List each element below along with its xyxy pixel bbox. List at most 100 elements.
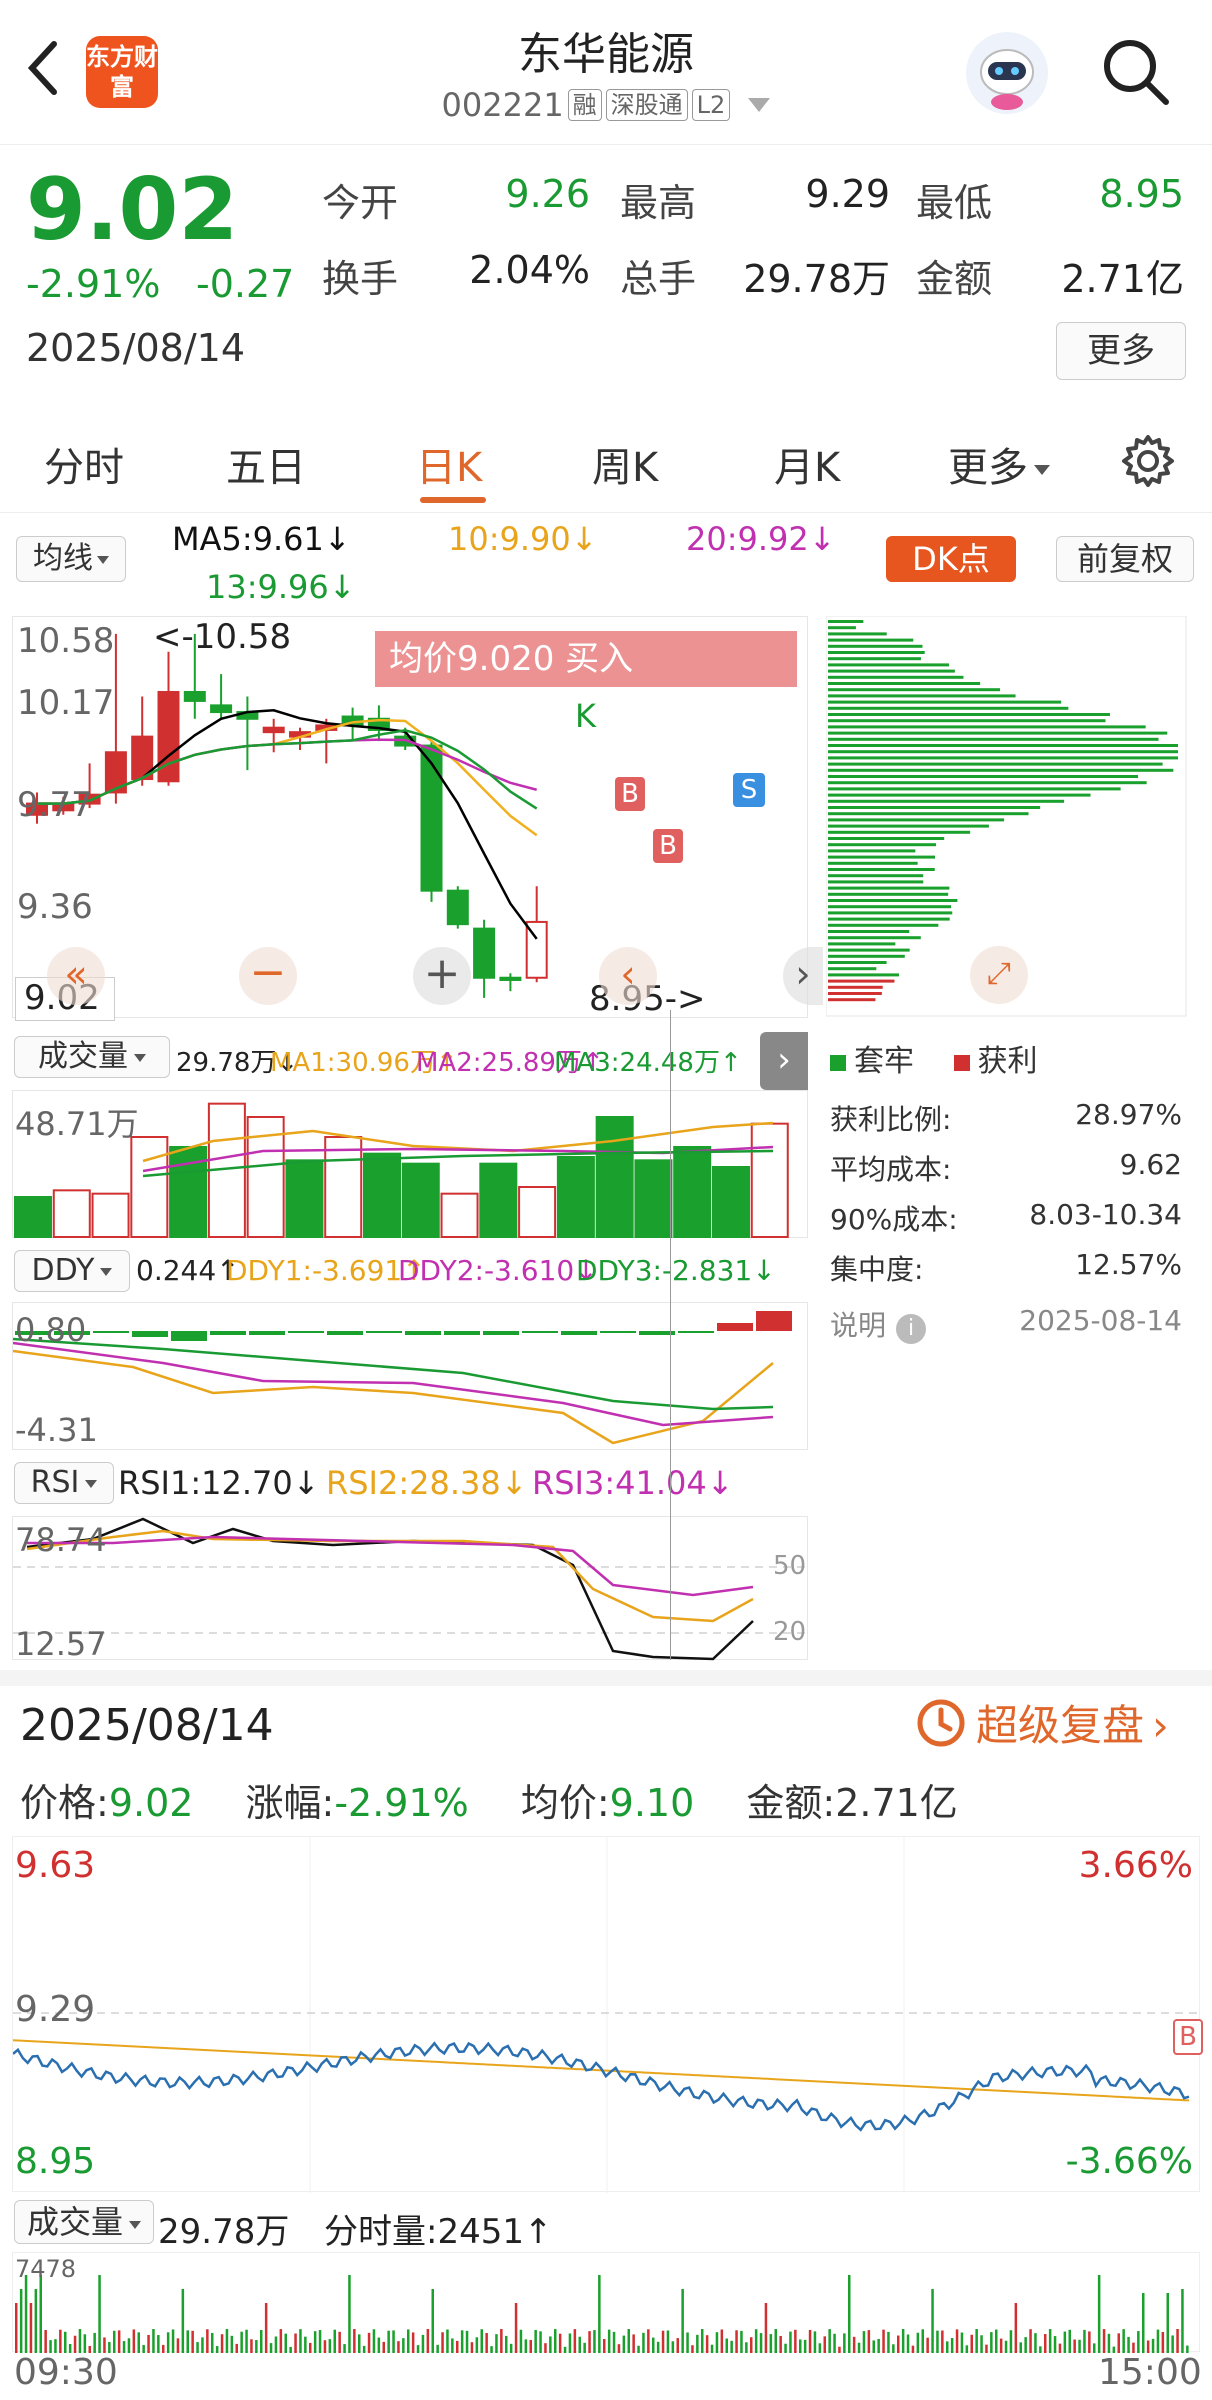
candle-body bbox=[500, 978, 520, 980]
rsi3-line bbox=[27, 1537, 753, 1595]
tab-daily-k[interactable]: 日K bbox=[416, 435, 482, 493]
super-replay-button[interactable]: 超级复盘 › bbox=[914, 1696, 1169, 1756]
intraday-volume-bar bbox=[162, 2345, 165, 2353]
chip-row-label: 平均成本: bbox=[830, 1148, 951, 1198]
b-marker-2: B bbox=[653, 829, 683, 863]
intraday-volume-bar bbox=[201, 2337, 204, 2353]
stock-code: 002221 bbox=[442, 86, 564, 124]
intraday-volume-chart[interactable] bbox=[13, 2253, 1201, 2353]
prev-button[interactable]: ‹ bbox=[599, 947, 657, 1005]
fullscreen-button[interactable]: ⤢ bbox=[970, 946, 1028, 1004]
ddy-selector[interactable]: DDY bbox=[14, 1250, 130, 1292]
candle-body bbox=[211, 705, 231, 712]
volume-bar bbox=[519, 1187, 555, 1237]
intraday-volume-bar bbox=[397, 2341, 400, 2353]
intraday-volume-bar bbox=[1083, 2330, 1086, 2353]
chip-row: 90%成本: 8.03-10.34 bbox=[830, 1198, 1182, 1248]
kline-panel: 10.58 10.17 9.77 9.36 <-10.58 均价9.020 买入… bbox=[12, 616, 808, 1018]
intraday-volume-bar bbox=[402, 2338, 405, 2353]
rsi-selector[interactable]: RSI bbox=[14, 1462, 114, 1504]
volume-selector[interactable]: 成交量 bbox=[14, 1036, 170, 1078]
chevron-down-icon[interactable] bbox=[748, 98, 770, 112]
intraday-volume-bar bbox=[1039, 2346, 1042, 2353]
zoom-out-button[interactable]: − bbox=[239, 947, 297, 1005]
intraday-volume-bar bbox=[196, 2342, 199, 2353]
top-bar: 东方财富 东华能源 002221 融深股通 L2 bbox=[0, 0, 1212, 145]
zoom-in-button[interactable]: + bbox=[413, 947, 471, 1005]
intraday-volume-bar bbox=[79, 2329, 82, 2353]
chip-bar bbox=[828, 781, 1147, 784]
ddy-chart[interactable] bbox=[13, 1303, 809, 1451]
avg-price-banner[interactable]: 均价9.020 买入 bbox=[375, 631, 797, 687]
intraday-volume-bar bbox=[583, 2343, 586, 2353]
tab-more[interactable]: 更多 bbox=[948, 435, 1050, 493]
ddy-bar bbox=[249, 1331, 285, 1335]
intraday-volume-bar bbox=[525, 2339, 528, 2353]
tab-monthly-k[interactable]: 月K bbox=[774, 435, 840, 493]
chip-bar bbox=[828, 986, 883, 989]
intraday-volume-bar bbox=[696, 2335, 699, 2353]
intraday-volume-bar bbox=[941, 2330, 944, 2353]
intraday-volume-bar bbox=[975, 2329, 978, 2353]
chip-bar bbox=[828, 800, 1064, 803]
intraday-volume-bar bbox=[280, 2329, 283, 2353]
ddy-bar bbox=[132, 1331, 168, 1337]
chip-bar bbox=[828, 688, 1000, 691]
rsi-chart[interactable] bbox=[13, 1517, 809, 1661]
expand-indicator-button[interactable]: › bbox=[760, 1032, 808, 1090]
adjust-button[interactable]: 前复权 bbox=[1056, 536, 1194, 582]
intraday-volume-bar bbox=[294, 2334, 297, 2353]
intraday-volume-bar bbox=[353, 2329, 356, 2353]
chip-bar bbox=[828, 818, 1004, 821]
intraday-volume-bar bbox=[681, 2289, 684, 2353]
open-value: 9.26 bbox=[440, 172, 590, 216]
intraday-volume-bar bbox=[84, 2334, 87, 2353]
intraday-volume-bar bbox=[309, 2343, 312, 2353]
chip-bar bbox=[828, 769, 1173, 772]
intraday-volume-bar bbox=[745, 2342, 748, 2353]
indicator-selector[interactable]: 均线 bbox=[16, 536, 126, 582]
intraday-volume-bar bbox=[471, 2342, 474, 2353]
chip-bar bbox=[828, 998, 875, 1001]
tab-weekly-k[interactable]: 周K bbox=[592, 435, 658, 493]
intraday-header: 2025/08/14 超级复盘 › 价格:9.02 涨幅:-2.91% 均价:9.… bbox=[0, 1686, 1212, 1826]
intraday-volume-bar bbox=[574, 2329, 577, 2353]
price-label: 价格: bbox=[20, 1781, 109, 1825]
intraday-volume-bar bbox=[843, 2333, 846, 2353]
chip-bar bbox=[828, 992, 882, 995]
intraday-volume-bar bbox=[760, 2333, 763, 2353]
robot-avatar-icon[interactable] bbox=[966, 32, 1048, 114]
intraday-volume-bar bbox=[564, 2347, 567, 2353]
volume-selector-label: 成交量 bbox=[38, 1039, 128, 1074]
settings-button[interactable] bbox=[1120, 433, 1176, 489]
chip-note-row[interactable]: 说明 i 2025-08-14 bbox=[830, 1304, 1182, 1354]
intraday-volume-bar bbox=[15, 2303, 18, 2353]
intraday-volume-bar bbox=[559, 2334, 562, 2353]
intraday-volume-bar bbox=[54, 2339, 57, 2353]
intraday-pct-low: -3.66% bbox=[1066, 2141, 1193, 2182]
intraday-volume-bar bbox=[637, 2346, 640, 2353]
volume-bar bbox=[286, 1160, 322, 1237]
intraday-volume-bar bbox=[691, 2345, 694, 2353]
intraday-volume-bar bbox=[775, 2329, 778, 2353]
intraday-price-chart[interactable] bbox=[13, 1837, 1201, 2193]
y-label-4: 9.36 bbox=[17, 887, 93, 927]
chip-bar bbox=[828, 849, 915, 852]
tab-intraday[interactable]: 分时 bbox=[44, 435, 124, 493]
chip-bar bbox=[828, 682, 980, 685]
intraday-volume-selector[interactable]: 成交量 bbox=[14, 2200, 154, 2244]
price-line bbox=[13, 2043, 1189, 2130]
intraday-volume-bar bbox=[407, 2329, 410, 2353]
rsi1-value: RSI1:12.70↓ bbox=[118, 1464, 320, 1502]
intraday-volume-bar bbox=[549, 2336, 552, 2353]
search-button[interactable] bbox=[1100, 36, 1172, 108]
tab-five-day[interactable]: 五日 bbox=[226, 435, 306, 493]
intraday-volume-bar bbox=[432, 2289, 435, 2353]
more-quote-button[interactable]: 更多 bbox=[1056, 322, 1186, 380]
dk-point-button[interactable]: DK点 bbox=[886, 536, 1016, 582]
intraday-volume-bar bbox=[505, 2336, 508, 2353]
scroll-left-button[interactable]: « bbox=[47, 947, 105, 1005]
volume-bar bbox=[674, 1147, 710, 1237]
chip-bar bbox=[828, 874, 923, 877]
intraday-volume-bar bbox=[750, 2337, 753, 2353]
